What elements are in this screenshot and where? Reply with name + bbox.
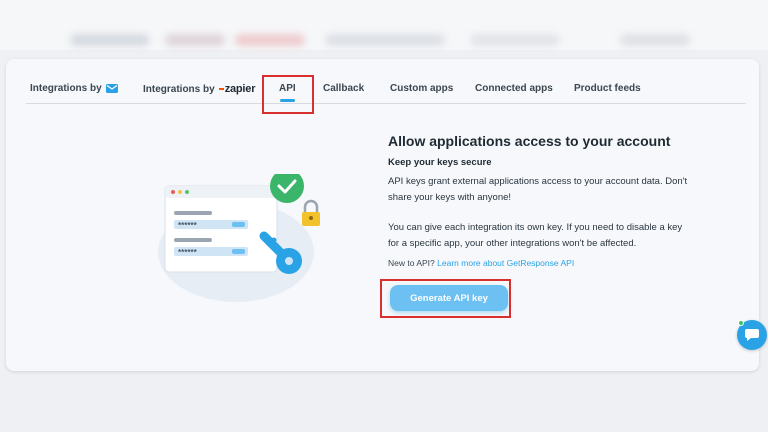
blurred-top-header — [0, 0, 768, 50]
masked-key-2: ****** — [178, 248, 198, 257]
chat-bubble-icon — [745, 329, 759, 341]
tab-label: Product feeds — [574, 83, 641, 94]
tab-integrations-zapier[interactable]: Integrations by zapier — [143, 83, 255, 95]
generate-button-highlight — [380, 279, 511, 318]
learn-more-link[interactable]: Learn more about GetResponse API — [437, 258, 574, 268]
section-subtitle: Keep your keys secure — [388, 157, 492, 168]
tab-label: Integrations by — [30, 83, 102, 94]
integrations-card: Integrations by Integrations by zapier A… — [6, 59, 759, 371]
description-paragraph-2: You can give each integration its own ke… — [388, 222, 683, 249]
masked-key-1: ****** — [178, 221, 198, 230]
api-content: Allow applications access to your accoun… — [388, 133, 688, 268]
api-tab-highlight — [262, 75, 314, 114]
description-paragraph-1: API keys grant external applications acc… — [388, 176, 688, 203]
tab-label: Connected apps — [475, 83, 553, 94]
page-title: Allow applications access to your accoun… — [388, 133, 671, 149]
tab-callback[interactable]: Callback — [323, 83, 364, 94]
tab-bar: Integrations by Integrations by zapier A… — [26, 71, 746, 104]
online-status-dot — [738, 320, 744, 326]
tab-label: Integrations by — [143, 83, 215, 95]
tab-custom-apps[interactable]: Custom apps — [390, 83, 453, 94]
tab-label: Callback — [323, 83, 365, 94]
api-keys-illustration: ****** ****** — [158, 174, 320, 302]
tab-connected-apps[interactable]: Connected apps — [475, 83, 553, 94]
new-to-api-line: New to API? Learn more about GetResponse… — [388, 258, 688, 268]
zapier-underscore — [218, 88, 224, 91]
envelope-icon — [105, 84, 118, 93]
tab-product-feeds[interactable]: Product feeds — [574, 83, 641, 94]
chat-button[interactable] — [737, 320, 767, 350]
zapier-logo: zapier — [218, 83, 255, 95]
new-to-api-text: New to API? — [388, 258, 435, 268]
tab-label: Custom apps — [390, 83, 454, 94]
tab-integrations-email[interactable]: Integrations by — [30, 83, 118, 94]
